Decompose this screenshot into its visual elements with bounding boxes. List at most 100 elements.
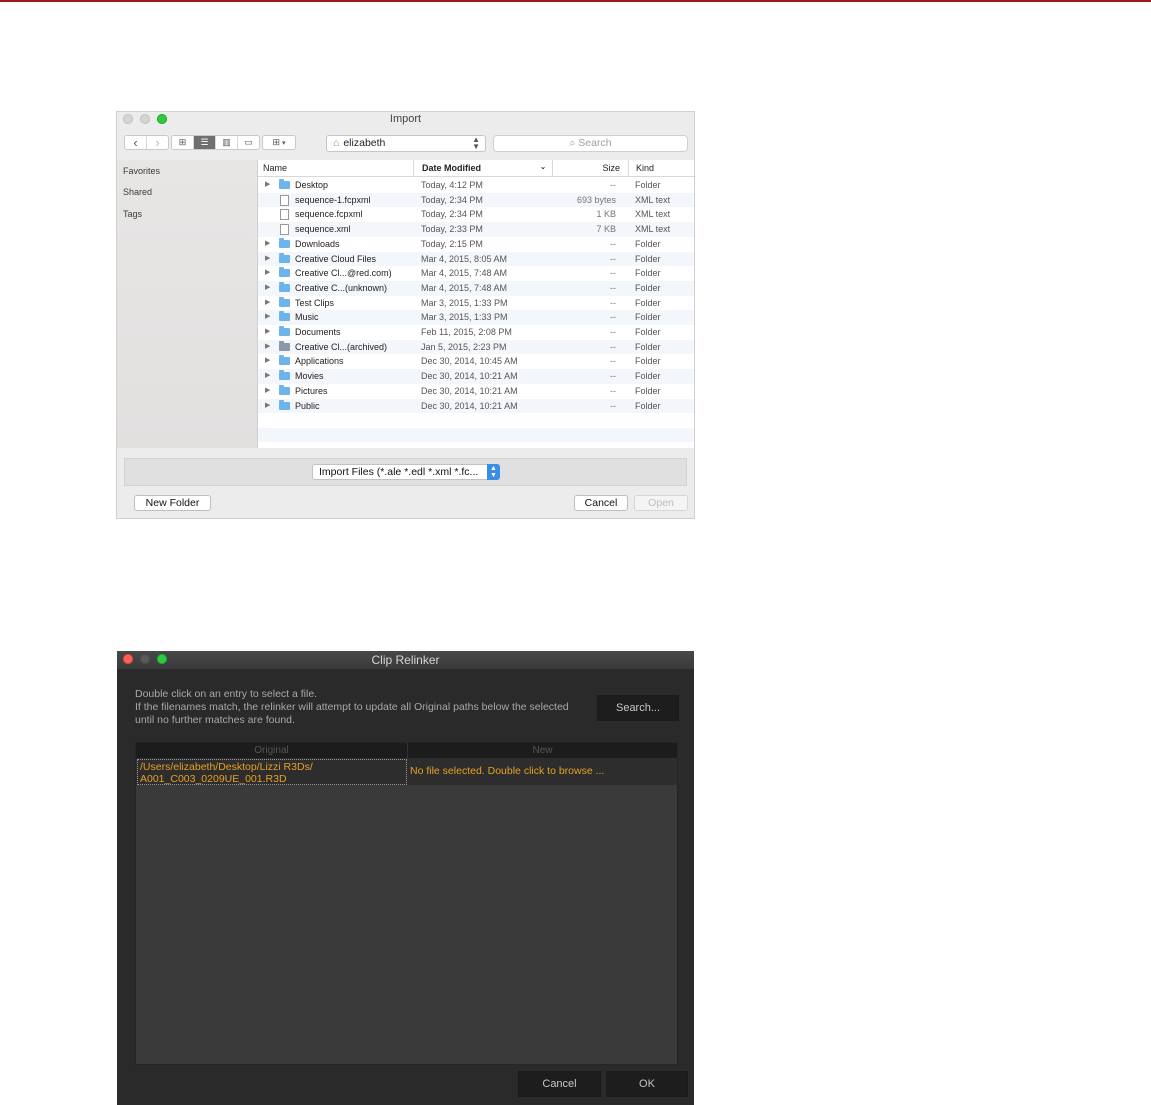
- instruction-line-1: Double click on an entry to select a fil…: [135, 688, 318, 700]
- list-view-button[interactable]: ☰: [194, 136, 216, 149]
- chevron-left-icon: ‹: [133, 135, 138, 150]
- file-row[interactable]: ▶ Creative Cloud Files Mar 4, 2015, 8:05 A…: [258, 251, 694, 267]
- file-row[interactable]: ▶ Downloads Today, 2:15 PM -- Folder: [258, 237, 694, 252]
- disclosure-triangle-icon[interactable]: ▶: [265, 178, 270, 193]
- home-icon: ⌂: [333, 137, 340, 149]
- file-name: Test Clips: [295, 297, 335, 308]
- folder-icon: [279, 399, 290, 410]
- file-date: Today, 4:12 PM: [421, 180, 483, 190]
- relinker-ok-button[interactable]: OK: [606, 1071, 688, 1097]
- back-forward-control: ‹ ›: [124, 135, 169, 150]
- view-mode-control: ⊞ ☰ ▥ ▭: [171, 135, 260, 150]
- sidebar-tags[interactable]: Tags: [123, 209, 142, 219]
- file-kind: XML text: [635, 194, 671, 205]
- file-row[interactable]: sequence-1.fcpxml Today, 2:34 PM 693 bytes…: [258, 192, 694, 208]
- cancel-button[interactable]: Cancel: [574, 495, 628, 511]
- file-type-label: Import Files (*.ale *.edl *.xml *.fc...: [319, 466, 479, 478]
- disclosure-triangle-icon[interactable]: ▶: [265, 340, 270, 355]
- empty-row: [258, 413, 694, 428]
- back-button[interactable]: ‹: [125, 136, 147, 149]
- file-kind: Folder: [635, 268, 661, 279]
- column-header-name[interactable]: Name: [263, 160, 287, 176]
- location-popup[interactable]: ⌂ elizabeth ▲ ▼: [326, 135, 486, 152]
- icon-view-button[interactable]: ⊞: [172, 136, 194, 149]
- file-name: Downloads: [295, 238, 340, 249]
- file-size: 693 bytes: [576, 194, 616, 205]
- file-type-popup[interactable]: Import Files (*.ale *.edl *.xml *.fc... …: [312, 464, 500, 480]
- column-header-new: New: [532, 745, 553, 756]
- file-date: Mar 4, 2015, 7:48 AM: [421, 282, 508, 293]
- file-row[interactable]: ▶ Creative Cl...(archived) Jan 5, 2015, 2:…: [258, 339, 694, 355]
- disclosure-triangle-icon[interactable]: ▶: [265, 310, 270, 325]
- filter-bar: Import Files (*.ale *.edl *.xml *.fc... …: [124, 458, 687, 486]
- disclosure-triangle-icon[interactable]: ▶: [265, 252, 270, 267]
- coverflow-view-button[interactable]: ▭: [238, 136, 259, 149]
- import-toolbar: ‹ › ⊞ ☰ ▥ ▭ ⊞ ▾ ⌂ elizabeth ▲ ▼ ⌕ Search: [117, 132, 694, 156]
- file-date: Today, 2:34 PM: [421, 209, 483, 220]
- document-icon: [280, 224, 289, 236]
- file-size: 7 KB: [596, 224, 616, 235]
- file-kind: Folder: [635, 400, 661, 411]
- relink-row[interactable]: /Users/elizabeth/Desktop/Lizzi R3Ds/ A00…: [136, 758, 677, 785]
- file-date: Mar 4, 2015, 7:48 AM: [421, 268, 508, 279]
- file-row[interactable]: ▶ Public Dec 30, 2014, 10:21 AM -- Folder: [258, 398, 694, 414]
- file-size: --: [610, 327, 616, 337]
- file-kind: Folder: [635, 180, 661, 190]
- open-button[interactable]: Open: [634, 495, 688, 511]
- disclosure-triangle-icon[interactable]: ▶: [265, 399, 270, 414]
- file-row[interactable]: sequence.xml Today, 2:33 PM 7 KB XML text: [258, 222, 694, 237]
- disclosure-triangle-icon[interactable]: ▶: [265, 237, 270, 252]
- arrange-button[interactable]: ⊞ ▾: [262, 135, 296, 150]
- file-date: Dec 30, 2014, 10:21 AM: [421, 400, 518, 411]
- forward-button[interactable]: ›: [147, 136, 168, 149]
- new-folder-button[interactable]: New Folder: [134, 495, 211, 511]
- document-icon: [280, 209, 289, 221]
- file-kind: XML text: [635, 209, 671, 220]
- folder-icon: [279, 237, 290, 248]
- import-dialog-title: Import: [389, 113, 422, 125]
- disclosure-triangle-icon[interactable]: ▶: [265, 384, 270, 399]
- column-header-kind[interactable]: Kind: [628, 160, 694, 176]
- disclosure-triangle-icon[interactable]: ▶: [265, 266, 270, 281]
- file-row[interactable]: ▶ Movies Dec 30, 2014, 10:21 AM -- Folder: [258, 369, 694, 384]
- file-name: Documents: [295, 327, 341, 337]
- column-header-size[interactable]: Size: [552, 160, 628, 176]
- new-path-cell[interactable]: No file selected. Double click to browse…: [410, 758, 604, 785]
- file-row[interactable]: ▶ Documents Feb 11, 2015, 2:08 PM -- Folder: [258, 325, 694, 340]
- file-name: Creative C...(unknown): [295, 282, 388, 293]
- disclosure-triangle-icon[interactable]: ▶: [265, 281, 270, 296]
- disclosure-triangle-icon[interactable]: ▶: [265, 369, 270, 384]
- file-row[interactable]: ▶ Music Mar 3, 2015, 1:33 PM -- Folder: [258, 310, 694, 325]
- file-size: --: [610, 268, 616, 279]
- relinker-cancel-button[interactable]: Cancel: [518, 1071, 601, 1097]
- file-kind: Folder: [635, 312, 661, 323]
- file-row[interactable]: ▶ Desktop Today, 4:12 PM -- Folder: [258, 178, 694, 193]
- original-path-cell[interactable]: /Users/elizabeth/Desktop/Lizzi R3Ds/ A00…: [137, 759, 407, 785]
- search-field[interactable]: ⌕ Search: [493, 135, 688, 152]
- file-size: --: [610, 341, 616, 352]
- file-list-header: Name Date Modified ⌄ Size Kind: [258, 160, 694, 177]
- file-size: --: [610, 253, 616, 264]
- file-row[interactable]: ▶ Creative C...(unknown) Mar 4, 2015, 7:48…: [258, 280, 694, 296]
- file-row[interactable]: ▶ Pictures Dec 30, 2014, 10:21 AM -- Folder: [258, 384, 694, 399]
- page-top-rule: [0, 0, 1151, 2]
- file-date: Mar 4, 2015, 8:05 AM: [421, 253, 508, 264]
- column-view-button[interactable]: ▥: [216, 136, 238, 149]
- file-row[interactable]: ▶ Test Clips Mar 3, 2015, 1:33 PM -- Folder: [258, 296, 694, 311]
- file-size: --: [610, 312, 616, 323]
- sidebar-favorites[interactable]: Favorites: [123, 166, 160, 176]
- disclosure-triangle-icon[interactable]: ▶: [265, 296, 270, 311]
- search-button[interactable]: Search...: [597, 695, 679, 721]
- file-row[interactable]: ▶ Applications Dec 30, 2014, 10:45 AM -- Fol…: [258, 354, 694, 369]
- disclosure-triangle-icon[interactable]: ▶: [265, 325, 270, 340]
- sidebar-shared[interactable]: Shared: [123, 187, 152, 197]
- import-dialog: Import ‹ › ⊞ ☰ ▥ ▭ ⊞ ▾ ⌂ elizabeth ▲ ▼ ⌕ Se…: [117, 112, 694, 518]
- folder-icon: [279, 296, 290, 307]
- file-row[interactable]: ▶ Creative Cl...@red.com) Mar 4, 2015, 7:4…: [258, 266, 694, 281]
- file-kind: Folder: [635, 385, 661, 396]
- column-header-date[interactable]: Date Modified ⌄: [413, 160, 552, 176]
- file-kind: XML text: [635, 224, 671, 235]
- file-row[interactable]: sequence.fcpxml Today, 2:34 PM 1 KB XML tex…: [258, 207, 694, 222]
- disclosure-triangle-icon[interactable]: ▶: [265, 354, 270, 369]
- file-name: sequence.fcpxml: [295, 209, 363, 220]
